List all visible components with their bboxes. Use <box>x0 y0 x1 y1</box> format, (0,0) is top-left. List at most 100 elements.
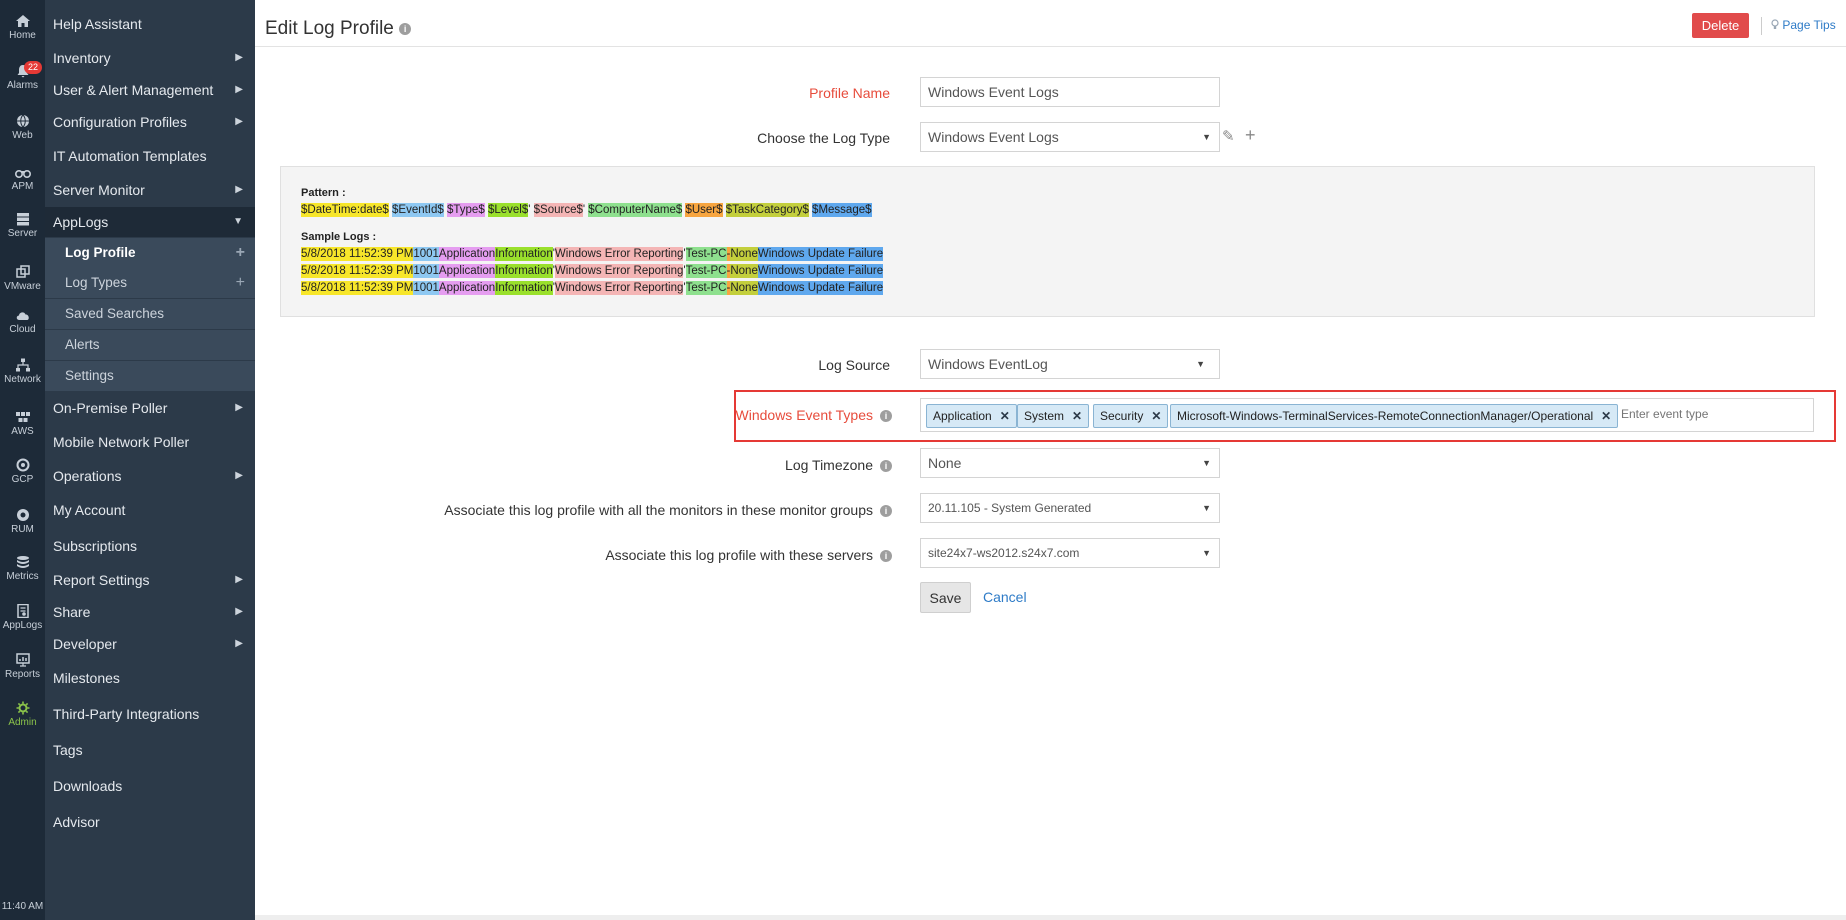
menu-third-party-integrations[interactable]: Third-Party Integrations <box>45 699 255 729</box>
server-icon <box>16 213 29 226</box>
menu-user-alert-management[interactable]: User & Alert Management ▶ <box>45 75 255 105</box>
cloud-icon <box>16 312 29 320</box>
servers-select[interactable]: site24x7-ws2012.s24x7.com ▼ <box>920 538 1220 568</box>
vmware-icon <box>15 265 30 278</box>
pattern-label: Pattern : <box>301 187 346 199</box>
submenu-settings[interactable]: Settings <box>45 361 255 391</box>
rail-aws[interactable]: AWS <box>0 410 45 437</box>
sample-log-line: 5/8/2018 11:52:39 PM1001ApplicationInfor… <box>301 281 884 295</box>
metrics-icon <box>16 556 29 568</box>
pattern-panel: Pattern : $DateTime:date$ $EventId$ $Typ… <box>280 166 1815 317</box>
save-button[interactable]: Save <box>920 582 971 613</box>
cancel-link[interactable]: Cancel <box>983 589 1027 605</box>
add-log-type-plus-icon[interactable]: + <box>1245 125 1256 146</box>
submenu-log-profile[interactable]: Log Profile + <box>45 238 255 268</box>
rail-metrics[interactable]: Metrics <box>0 555 45 582</box>
dropdown-caret-icon: ▼ <box>1196 359 1205 369</box>
info-icon[interactable]: i <box>880 460 892 472</box>
binoculars-icon <box>14 170 31 178</box>
menu-share[interactable]: Share ▶ <box>45 597 255 627</box>
menu-milestones[interactable]: Milestones <box>45 663 255 693</box>
rail-reports[interactable]: Reports <box>0 653 45 680</box>
info-icon[interactable]: i <box>880 410 892 422</box>
log-type-select[interactable]: Windows Event Logs ▼ <box>920 122 1220 152</box>
menu-server-monitor[interactable]: Server Monitor ▶ <box>45 175 255 205</box>
rail-cloud[interactable]: Cloud <box>0 308 45 335</box>
add-log-profile-icon[interactable]: + <box>236 238 245 268</box>
pattern-computer: $ComputerName$ <box>588 203 683 217</box>
monitor-groups-select[interactable]: 20.11.105 - System Generated ▼ <box>920 493 1220 523</box>
pattern-datetime: $DateTime:date$ <box>301 203 389 217</box>
menu-mobile-network-poller[interactable]: Mobile Network Poller <box>45 427 255 457</box>
rail-home[interactable]: Home <box>0 14 45 41</box>
chevron-right-icon: ▶ <box>235 84 243 95</box>
pattern-message: $Message$ <box>812 203 872 217</box>
rail-gcp[interactable]: GCP <box>0 458 45 485</box>
pattern-level: $Level$ <box>487 203 529 217</box>
rail-network[interactable]: Network <box>0 358 45 385</box>
info-icon[interactable]: i <box>399 22 412 35</box>
rail-alarms[interactable]: 22 Alarms <box>0 61 45 91</box>
pattern-eventid: $EventId$ <box>392 203 444 217</box>
event-types-input[interactable]: Application ✕ System ✕ Security ✕ Microsoft… <box>920 398 1814 432</box>
menu-inventory[interactable]: Inventory ▶ <box>45 43 255 73</box>
chevron-right-icon: ▶ <box>235 116 243 127</box>
rail-applogs[interactable]: AppLogs <box>0 604 45 631</box>
servers-label: Associate this log profile with these se… <box>605 547 873 563</box>
menu-it-automation-templates[interactable]: IT Automation Templates <box>45 141 255 171</box>
rail-rum[interactable]: RUM <box>0 508 45 535</box>
chevron-right-icon: ▶ <box>235 470 243 481</box>
page-title: Edit Log Profile i <box>265 18 412 40</box>
timezone-label: Log Timezone <box>785 457 873 473</box>
remove-tag-icon[interactable]: ✕ <box>1072 409 1082 423</box>
remove-tag-icon[interactable]: ✕ <box>1151 409 1161 423</box>
menu-operations[interactable]: Operations ▶ <box>45 461 255 491</box>
lightbulb-icon <box>1771 19 1779 29</box>
menu-downloads[interactable]: Downloads <box>45 771 255 801</box>
menu-subscriptions[interactable]: Subscriptions <box>45 531 255 561</box>
dropdown-caret-icon: ▼ <box>1202 458 1211 468</box>
submenu-alerts[interactable]: Alerts <box>45 330 255 360</box>
monitor-groups-label: Associate this log profile with all the … <box>444 502 873 518</box>
remove-tag-icon[interactable]: ✕ <box>1000 409 1010 423</box>
page-tips-link[interactable]: Page Tips <box>1771 18 1836 32</box>
add-log-type-icon[interactable]: + <box>236 268 245 298</box>
menu-configuration-profiles[interactable]: Configuration Profiles ▶ <box>45 107 255 137</box>
submenu-log-types[interactable]: Log Types + <box>45 268 255 298</box>
dropdown-caret-icon: ▼ <box>1202 132 1211 142</box>
menu-my-account[interactable]: My Account <box>45 495 255 525</box>
menu-tags[interactable]: Tags <box>45 735 255 765</box>
menu-developer[interactable]: Developer ▶ <box>45 629 255 659</box>
menu-report-settings[interactable]: Report Settings ▶ <box>45 565 255 595</box>
chevron-right-icon: ▶ <box>235 52 243 63</box>
info-icon[interactable]: i <box>880 505 892 517</box>
menu-applogs[interactable]: AppLogs ▼ <box>45 207 255 237</box>
chevron-right-icon: ▶ <box>235 606 243 617</box>
rail-apm[interactable]: APM <box>0 165 45 192</box>
rail-server[interactable]: Server <box>0 212 45 239</box>
chevron-right-icon: ▶ <box>235 184 243 195</box>
menu-help-assistant[interactable]: Help Assistant <box>45 9 255 39</box>
title-divider <box>255 46 1846 47</box>
rail-admin[interactable]: Admin <box>0 701 45 728</box>
pattern-type: $Type$ <box>447 203 485 217</box>
menu-advisor[interactable]: Advisor <box>45 807 255 837</box>
remove-tag-icon[interactable]: ✕ <box>1601 409 1611 423</box>
log-source-select[interactable]: Windows EventLog ▼ <box>920 349 1220 379</box>
timezone-select[interactable]: None ▼ <box>920 448 1220 478</box>
gear-icon <box>16 701 29 715</box>
sample-logs-label: Sample Logs : <box>301 231 377 243</box>
delete-button[interactable]: Delete <box>1692 13 1749 38</box>
menu-on-premise-poller[interactable]: On-Premise Poller ▶ <box>45 393 255 423</box>
profile-name-input[interactable]: Windows Event Logs <box>920 77 1220 107</box>
submenu-saved-searches[interactable]: Saved Searches <box>45 299 255 329</box>
chevron-right-icon: ▶ <box>235 638 243 649</box>
event-type-tag: Security ✕ <box>1093 404 1169 428</box>
profile-name-label: Profile Name <box>809 85 890 101</box>
event-type-text-input[interactable] <box>1621 407 1801 421</box>
info-icon[interactable]: i <box>880 550 892 562</box>
rail-vmware[interactable]: VMware <box>0 265 45 292</box>
rail-web[interactable]: Web <box>0 114 45 141</box>
edit-pencil-icon[interactable]: ✎ <box>1222 127 1235 145</box>
sample-log-line: 5/8/2018 11:52:39 PM1001ApplicationInfor… <box>301 247 884 261</box>
